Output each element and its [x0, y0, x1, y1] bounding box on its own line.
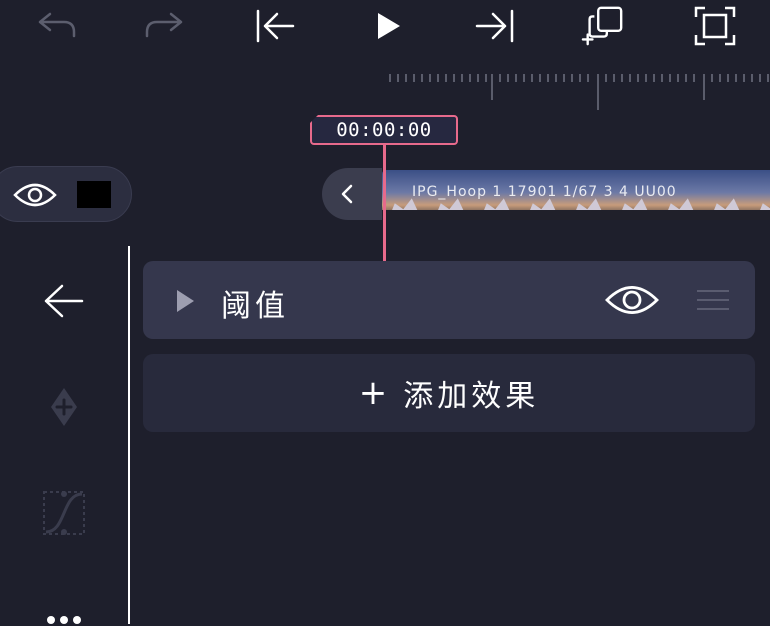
fullscreen-button[interactable]: [693, 6, 737, 46]
video-clip[interactable]: IPG_Hoop 1 17901 1/67 3 4 UU00: [382, 170, 770, 220]
fullscreen-icon: [694, 6, 736, 46]
skip-to-end-icon: [475, 9, 514, 43]
drag-handle-icon[interactable]: [696, 289, 730, 311]
top-toolbar: [0, 0, 770, 56]
clip-collapse-button[interactable]: [322, 168, 382, 220]
eye-icon[interactable]: [604, 283, 660, 317]
skip-to-start-button[interactable]: [253, 6, 297, 46]
track-color-swatch[interactable]: [77, 181, 111, 208]
timecode-display: 00:00:00: [310, 115, 458, 145]
clip-thumbnail: [704, 170, 750, 220]
expand-arrow-icon[interactable]: [177, 290, 194, 312]
add-effect-button[interactable]: + 添加效果: [143, 354, 755, 432]
more-options-icon[interactable]: [46, 614, 82, 626]
skip-to-end-button[interactable]: [473, 6, 517, 46]
add-keyframe-button[interactable]: [32, 382, 96, 432]
curve-icon: [43, 491, 85, 535]
chevron-left-icon: [341, 184, 353, 204]
timeline[interactable]: IPG_Hoop 1 17901 1/67 3 4 UU00 00:00:00: [0, 56, 770, 302]
undo-button[interactable]: [34, 6, 78, 46]
track-header[interactable]: [0, 166, 132, 222]
play-icon: [378, 13, 400, 39]
time-ruler[interactable]: [386, 74, 770, 116]
eye-icon[interactable]: [13, 181, 57, 209]
back-button[interactable]: [32, 276, 96, 326]
play-button[interactable]: [366, 6, 410, 46]
panel-divider: [128, 246, 130, 624]
duplicate-icon: [581, 6, 623, 46]
effect-item-threshold[interactable]: 阈值: [143, 261, 755, 339]
effects-sidebar: [0, 246, 128, 624]
clip-label: IPG_Hoop 1 17901 1/67 3 4 UU00: [412, 184, 677, 200]
duplicate-button[interactable]: [581, 6, 625, 46]
redo-icon: [145, 12, 183, 38]
undo-icon: [38, 12, 76, 38]
add-effect-label: 添加效果: [403, 379, 540, 414]
plus-icon: +: [358, 373, 392, 413]
clip-thumbnail: [750, 170, 770, 220]
effect-name: 阈值: [221, 289, 289, 324]
skip-to-start-icon: [256, 9, 295, 43]
keyframe-add-icon: [51, 388, 77, 426]
arrow-left-icon: [44, 284, 84, 318]
easing-curve-button[interactable]: [32, 488, 96, 538]
redo-button[interactable]: [143, 6, 187, 46]
